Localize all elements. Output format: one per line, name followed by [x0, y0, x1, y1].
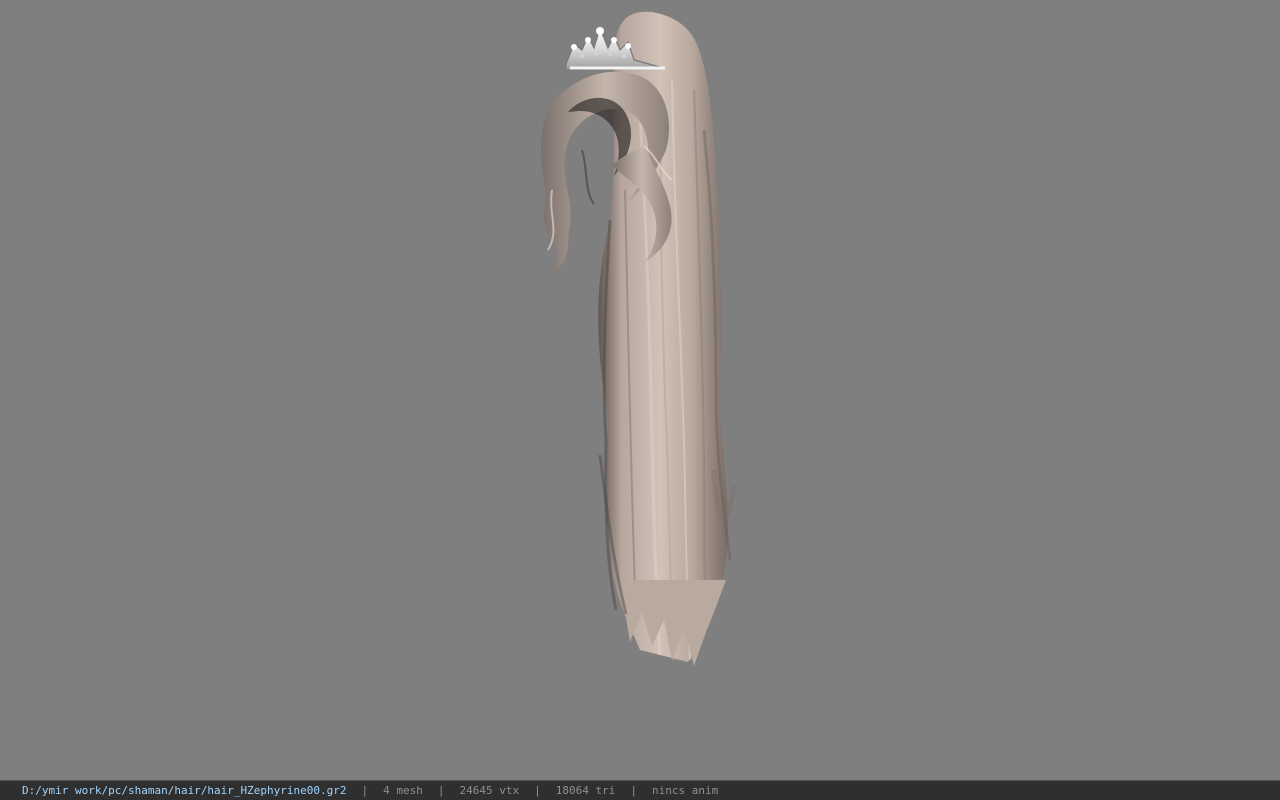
status-separator: |: [534, 784, 541, 797]
animation-status: nincs anim: [651, 784, 719, 797]
status-separator: |: [361, 784, 369, 797]
vertex-count: 24645 vtx: [459, 784, 520, 797]
status-separator: |: [630, 784, 637, 797]
mesh-count: 4 mesh: [383, 784, 423, 797]
model-viewport[interactable]: [0, 0, 1280, 780]
hair-model[interactable]: [0, 0, 1280, 780]
status-bar: D:/ymir work/pc/shaman/hair/hair_HZephyr…: [0, 780, 1280, 800]
status-separator: |: [437, 784, 445, 797]
triangle-count: 18064 tri: [555, 784, 616, 797]
file-path-label: D:/ymir work/pc/shaman/hair/hair_HZephyr…: [22, 784, 347, 797]
